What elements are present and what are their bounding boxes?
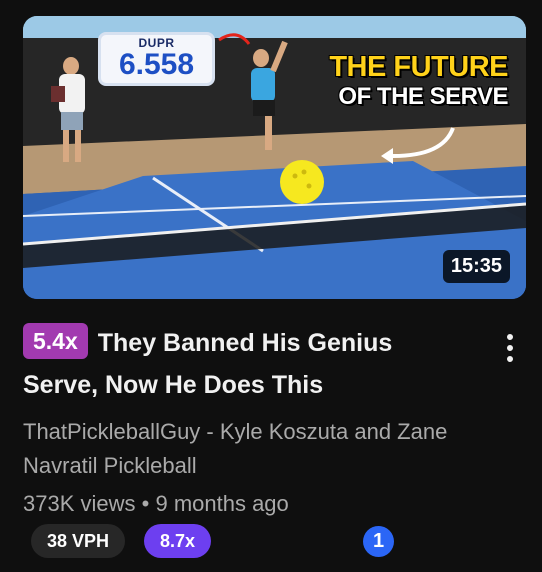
video-stats: 373K views • 9 months ago [23, 489, 289, 519]
more-vert-icon[interactable] [497, 328, 523, 368]
multiplier-pill: 8.7x [144, 524, 212, 558]
upload-age: 9 months ago [155, 491, 289, 516]
headline-line-1: THE FUTURE [329, 51, 508, 83]
stats-separator: • [141, 491, 150, 516]
info-circle-icon[interactable]: 1 [363, 526, 394, 557]
thumbnail-headline: THE FUTURE OF THE SERVE [329, 52, 508, 112]
title-row: 5.4x They Banned His Genius Serve, Now He… [23, 322, 473, 406]
vph-pill: 38 VPH [31, 524, 126, 558]
outlier-score-badge: 5.4x [23, 323, 88, 359]
dupr-value: 6.558 [118, 48, 195, 81]
dupr-rating-box: DUPR 6.558 [98, 32, 215, 86]
headline-line-2: OF THE SERVE [338, 83, 508, 110]
view-count: 373K views [23, 491, 136, 516]
channel-name[interactable]: ThatPickleballGuy - Kyle Koszuta and Zan… [23, 415, 463, 483]
video-title-block[interactable]: 5.4x They Banned His Genius Serve, Now He… [23, 322, 473, 406]
video-card[interactable]: DUPR 6.558 THE FUTURE OF THE SERVE 15:35… [0, 0, 542, 572]
video-duration-badge: 15:35 [442, 250, 510, 283]
video-thumbnail[interactable]: DUPR 6.558 THE FUTURE OF THE SERVE 15:35 [23, 16, 526, 299]
menu-dot [507, 356, 513, 362]
metrics-row: 38 VPH 8.7x 1 [31, 524, 511, 558]
menu-dot [507, 334, 513, 340]
menu-dot [507, 345, 513, 351]
